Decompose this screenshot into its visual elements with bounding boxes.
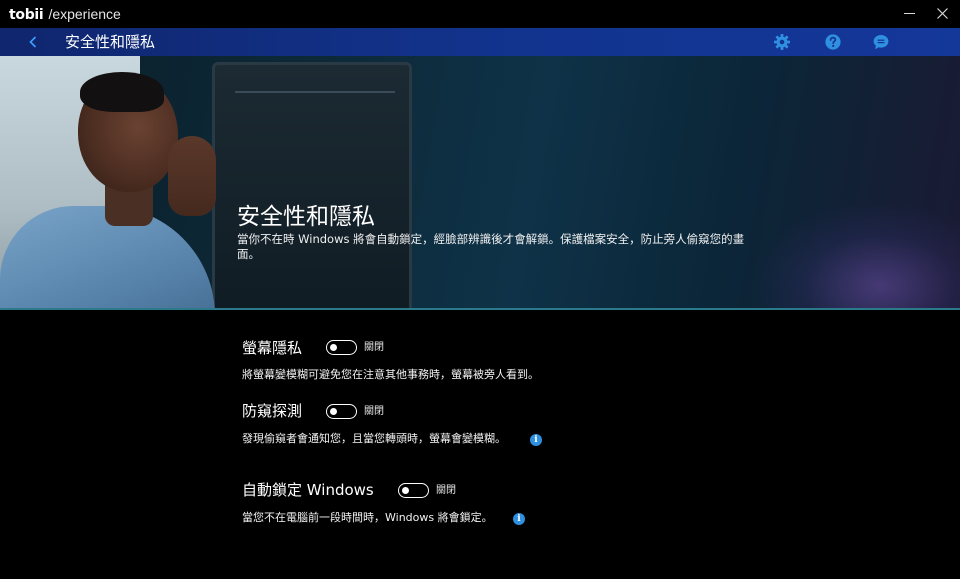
toggle-knob [402,486,409,494]
hero-glow [760,206,960,310]
privacy-detection-toggle[interactable] [326,404,357,419]
title-bar: tobii/experience [0,0,960,28]
auto-lock-toggle[interactable] [398,483,429,498]
screen-privacy-toggle[interactable] [326,340,357,355]
screen-privacy-title: 螢幕隱私 [242,339,303,357]
screen-privacy-description: 將螢幕變模糊可避免您在注意其他事務時，螢幕被旁人看到。 [242,368,539,381]
auto-lock-state: 關閉 [436,485,456,496]
hero-description: 當你不在時 Windows 將會自動鎖定，經臉部辨識後才會解鎖。保護檔案安全，防… [237,232,745,261]
hero-banner: 安全性和隱私 當你不在時 Windows 將會自動鎖定，經臉部辨識後才會解鎖。保… [0,56,960,310]
toggle-knob [330,407,337,415]
screen-privacy-state: 關閉 [364,342,384,353]
hero-title: 安全性和隱私 [237,204,375,230]
toggle-knob [330,343,337,351]
auto-lock-title: 自動鎖定 Windows [242,481,374,499]
info-icon[interactable] [530,434,542,446]
close-icon [937,8,948,19]
hero-monitor-illustration [212,62,412,310]
chat-icon [873,35,889,50]
close-button[interactable] [925,0,959,28]
hero-person-hair [80,72,164,112]
help-icon [825,34,841,50]
info-icon[interactable] [513,513,525,525]
privacy-detection-state: 關閉 [364,406,384,417]
help-button[interactable] [824,33,842,51]
app-name: /experience [48,6,121,22]
back-button[interactable] [24,32,44,52]
feedback-button[interactable] [872,33,890,51]
app-brand: tobii/experience [9,5,121,24]
hero-person-hand [168,136,216,216]
minimize-button[interactable] [892,0,926,28]
gear-icon [774,34,790,50]
page-header: 安全性和隱私 [0,28,960,56]
privacy-detection-description: 發現偷窺者會通知您，且當您轉頭時，螢幕會變模糊。 [242,432,506,445]
tobii-logo: tobii [9,7,44,23]
page-title: 安全性和隱私 [65,33,156,51]
settings-button[interactable] [773,33,791,51]
auto-lock-description: 當您不在電腦前一段時間時，Windows 將會鎖定。 [242,511,493,524]
chevron-left-icon [29,36,37,48]
privacy-detection-title: 防窺探測 [242,402,303,420]
